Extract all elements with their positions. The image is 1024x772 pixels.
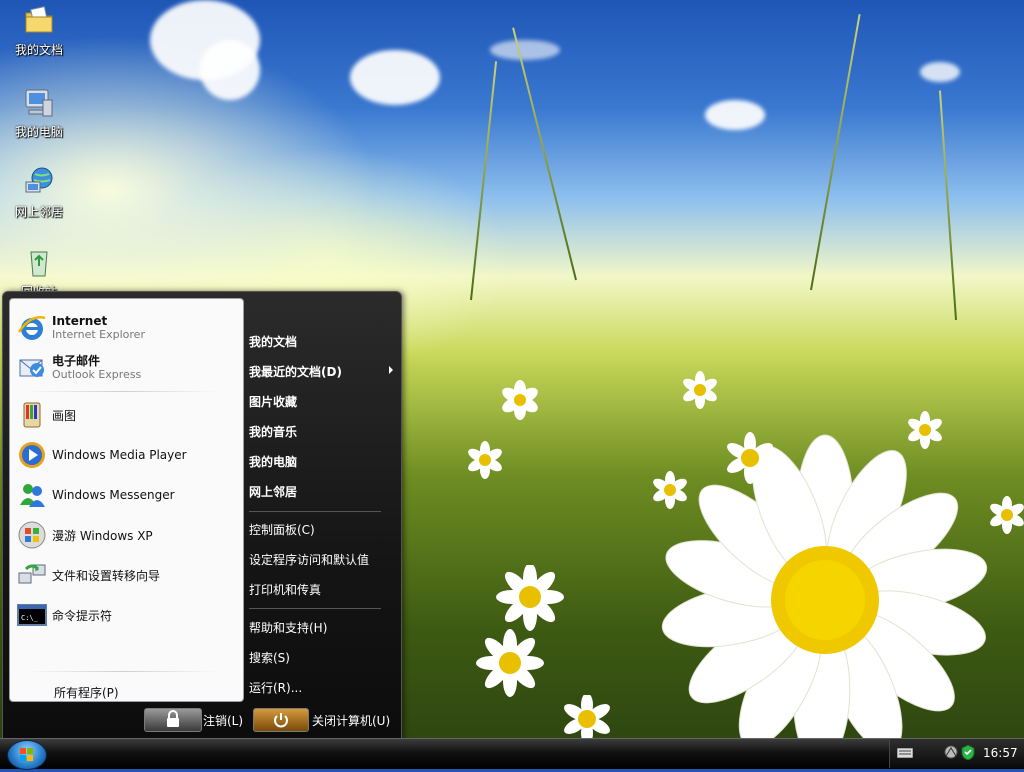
program-label: 命令提示符	[52, 608, 113, 623]
program-subtitle: Internet Explorer	[52, 328, 145, 341]
program-label: 画图	[52, 408, 77, 423]
grass-stem	[470, 61, 498, 301]
keyboard-icon[interactable]	[897, 748, 913, 758]
svg-text:C:\_: C:\_	[21, 614, 39, 622]
power-icon	[274, 713, 288, 728]
cloud	[350, 50, 440, 105]
my-computer-icon	[25, 89, 53, 117]
messenger-icon	[20, 484, 45, 507]
network-places-icon	[25, 167, 53, 193]
recycle-bin-icon	[30, 251, 48, 277]
internet-explorer-icon	[17, 316, 46, 340]
separator	[24, 671, 218, 672]
daisy	[683, 371, 717, 409]
run-item[interactable]: 运行(R)...	[249, 679, 302, 696]
place-my-pictures[interactable]: 图片收藏	[249, 393, 297, 410]
desktop-icon-network-places[interactable]: 网上邻居	[8, 166, 70, 220]
security-shield-icon[interactable]	[961, 744, 975, 760]
program-label: Windows Messenger	[52, 488, 175, 502]
command-prompt-icon: C:\_	[17, 604, 47, 626]
grass-stem	[938, 90, 957, 321]
submenu-arrow-icon	[389, 366, 393, 374]
taskbar	[0, 738, 1024, 769]
transfer-wizard-icon	[18, 564, 46, 584]
media-player-icon	[19, 442, 45, 468]
program-subtitle: Outlook Express	[52, 368, 142, 381]
desktop-icon-label: 我的电脑	[14, 125, 63, 139]
cloud	[920, 62, 960, 82]
program-windows-media-player[interactable]: Windows Media Player	[16, 438, 236, 472]
shutdown-button[interactable]	[253, 708, 309, 732]
daisy	[727, 432, 773, 484]
place-my-recent-documents[interactable]: 我最近的文档(D)	[249, 363, 342, 380]
place-my-computer[interactable]: 我的电脑	[249, 453, 297, 470]
place-my-music[interactable]: 我的音乐	[249, 423, 297, 440]
network-tray-icon[interactable]	[943, 744, 959, 760]
program-paint[interactable]: 画图	[16, 398, 236, 432]
program-tour-windows-xp[interactable]: 漫游 Windows XP	[16, 518, 236, 552]
cloud	[490, 40, 560, 60]
daisy	[476, 629, 544, 697]
daisy	[564, 695, 610, 738]
desktop-icon-my-documents[interactable]: 我的文档	[8, 4, 70, 58]
search-item[interactable]: 搜索(S)	[249, 649, 290, 666]
folder-documents-icon	[25, 6, 53, 33]
program-transfer-wizard[interactable]: 文件和设置转移向导	[16, 558, 236, 592]
separator	[249, 511, 381, 512]
start-button[interactable]	[7, 740, 47, 770]
shutdown-label[interactable]: 关闭计算机(U)	[312, 712, 390, 729]
all-programs-button[interactable]: 所有程序(P)	[54, 684, 119, 701]
outlook-express-icon	[19, 359, 44, 377]
grass-stem	[810, 14, 861, 291]
program-windows-messenger[interactable]: Windows Messenger	[16, 478, 236, 512]
daisy	[908, 411, 942, 449]
daisy	[653, 471, 687, 509]
control-panel-item[interactable]: 控制面板(C)	[249, 521, 315, 538]
program-access-defaults-item[interactable]: 设定程序访问和默认值	[249, 551, 369, 568]
printers-faxes-item[interactable]: 打印机和传真	[249, 581, 321, 598]
taskbar-clock[interactable]: 16:57	[983, 746, 1018, 760]
desktop-icon-label: 我的文档	[14, 43, 63, 57]
program-label: Windows Media Player	[52, 448, 187, 462]
cloud	[705, 100, 765, 130]
lock-icon	[167, 710, 179, 727]
program-internet-explorer[interactable]: Internet Internet Explorer	[16, 311, 236, 345]
grass-stem	[512, 27, 577, 281]
daisy	[502, 380, 538, 420]
windows-logo-icon	[20, 748, 33, 761]
start-menu: Internet Internet Explorer 电子邮件 Outlook …	[2, 291, 402, 740]
place-my-documents[interactable]: 我的文档	[249, 333, 297, 350]
place-network-places[interactable]: 网上邻居	[249, 483, 297, 500]
desktop-icon-my-computer[interactable]: 我的电脑	[8, 86, 70, 140]
logoff-label[interactable]: 注销(L)	[203, 712, 243, 729]
program-title: Internet	[52, 314, 108, 328]
cloud	[200, 40, 260, 100]
program-outlook-express[interactable]: 电子邮件 Outlook Express	[16, 351, 236, 385]
tour-xp-icon	[18, 521, 46, 549]
program-command-prompt[interactable]: C:\_ 命令提示符	[16, 598, 236, 632]
program-label: 文件和设置转移向导	[52, 568, 161, 583]
paint-icon	[23, 402, 41, 428]
daisy	[468, 441, 502, 479]
help-support-item[interactable]: 帮助和支持(H)	[249, 619, 327, 636]
logoff-button[interactable]	[144, 708, 202, 732]
separator	[24, 391, 218, 392]
program-title: 电子邮件	[52, 354, 101, 368]
start-menu-programs-pane: Internet Internet Explorer 电子邮件 Outlook …	[9, 298, 244, 702]
daisy	[990, 496, 1024, 534]
desktop-icon-label: 网上邻居	[14, 205, 63, 219]
program-label: 漫游 Windows XP	[52, 528, 153, 543]
separator	[249, 608, 381, 609]
